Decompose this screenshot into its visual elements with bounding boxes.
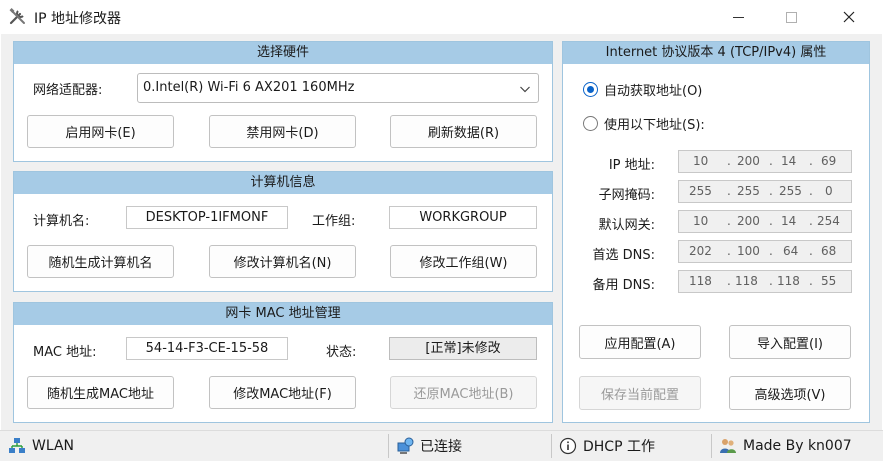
adapter-select[interactable]: 0.Intel(R) Wi-Fi 6 AX201 160MHz xyxy=(137,73,539,103)
advanced-options-button[interactable]: 高级选项(V) xyxy=(729,376,851,410)
ip-octet: 254 xyxy=(817,214,840,228)
computer-name-field[interactable]: DESKTOP-1IFMONF xyxy=(126,206,288,229)
title-bar[interactable]: IP 地址修改器 xyxy=(0,0,883,34)
ipv4-group: Internet 协议版本 4 (TCP/IPv4) 属性 自动获取地址(O) … xyxy=(562,41,870,423)
modify-mac-button[interactable]: 修改MAC地址(F) xyxy=(209,376,356,409)
ip-octet: 200 xyxy=(737,214,760,228)
ip-octet: 69 xyxy=(821,154,837,168)
manual-address-label: 使用以下地址(S): xyxy=(604,118,705,133)
radio-button-icon xyxy=(583,116,598,131)
info-icon xyxy=(559,437,577,455)
mac-address-label: MAC 地址: xyxy=(33,345,97,360)
maximize-button[interactable] xyxy=(768,0,814,34)
enable-adapter-button[interactable]: 启用网卡(E) xyxy=(27,115,174,148)
status-separator xyxy=(711,434,712,458)
close-button[interactable] xyxy=(826,0,872,34)
random-computer-name-button[interactable]: 随机生成计算机名 xyxy=(27,245,174,278)
mac-status-field: [正常]未修改 xyxy=(389,337,537,360)
import-config-button[interactable]: 导入配置(I) xyxy=(729,325,851,359)
random-mac-button[interactable]: 随机生成MAC地址 xyxy=(27,376,174,409)
modify-computer-name-button[interactable]: 修改计算机名(N) xyxy=(209,245,356,278)
ip-octet: 0 xyxy=(825,184,833,198)
minimize-icon xyxy=(732,16,744,18)
status-bar: WLAN 已连接 DHCP 工作 Made By kn007 xyxy=(0,430,883,461)
ipv4-header: Internet 协议版本 4 (TCP/IPv4) 属性 xyxy=(563,42,869,64)
tools-icon xyxy=(9,8,25,25)
refresh-data-button[interactable]: 刷新数据(R) xyxy=(390,115,537,148)
hardware-header: 选择硬件 xyxy=(14,42,552,64)
subnet-mask-label: 子网掩码: xyxy=(598,188,655,203)
subnet-mask-field[interactable]: 255. 255. 255. 0 xyxy=(678,180,852,203)
mac-address-field[interactable]: 54-14-F3-CE-15-58 xyxy=(126,337,288,360)
preferred-dns-field[interactable]: 202. 100. 64. 68 xyxy=(678,240,852,263)
adapter-label: 网络适配器: xyxy=(33,83,103,98)
status-adapter-text: WLAN xyxy=(32,438,75,454)
workgroup-field[interactable]: WORKGROUP xyxy=(389,206,537,229)
status-dhcp-text: DHCP 工作 xyxy=(583,439,655,455)
ip-octet: 100 xyxy=(737,244,760,258)
status-separator xyxy=(388,434,389,458)
ip-octet: 64 xyxy=(783,244,799,258)
hardware-group: 选择硬件 网络适配器: 0.Intel(R) Wi-Fi 6 AX201 160… xyxy=(13,41,553,162)
default-gateway-field[interactable]: 10. 200. 14. 254 xyxy=(678,210,852,233)
ip-octet: 202 xyxy=(689,244,712,258)
modify-workgroup-button[interactable]: 修改工作组(W) xyxy=(390,245,537,278)
connected-icon xyxy=(397,437,414,454)
save-config-button[interactable]: 保存当前配置 xyxy=(579,376,701,410)
default-gateway-label: 默认网关: xyxy=(598,218,655,233)
radio-button-icon xyxy=(583,82,598,97)
window-title: IP 地址修改器 xyxy=(34,11,122,27)
computer-info-header: 计算机信息 xyxy=(14,172,552,194)
ip-octet: 255 xyxy=(779,184,802,198)
status-adapter: WLAN xyxy=(8,431,74,461)
ip-octet: 118 xyxy=(689,274,712,288)
alternate-dns-field[interactable]: 118. 118. 118. 55 xyxy=(678,270,852,293)
status-dhcp: DHCP 工作 xyxy=(559,431,655,461)
network-icon xyxy=(9,438,25,453)
mac-header: 网卡 MAC 地址管理 xyxy=(14,303,552,325)
auto-address-radio[interactable]: 自动获取地址(O) xyxy=(583,80,702,99)
ip-octet: 10 xyxy=(693,154,709,168)
mac-group: 网卡 MAC 地址管理 MAC 地址: 54-14-F3-CE-15-58 状态… xyxy=(13,302,553,423)
restore-mac-button[interactable]: 还原MAC地址(B) xyxy=(390,376,537,409)
disable-adapter-button[interactable]: 禁用网卡(D) xyxy=(209,115,356,148)
ip-address-label: IP 地址: xyxy=(608,158,655,173)
status-separator xyxy=(551,434,552,458)
adapter-select-value: 0.Intel(R) Wi-Fi 6 AX201 160MHz xyxy=(143,80,355,95)
client-area: 选择硬件 网络适配器: 0.Intel(R) Wi-Fi 6 AX201 160… xyxy=(1,34,882,430)
ip-octet: 68 xyxy=(821,244,837,258)
ip-address-field[interactable]: 10. 200. 14. 69 xyxy=(678,150,852,173)
ip-octet: 14 xyxy=(781,154,797,168)
auto-address-label: 自动获取地址(O) xyxy=(604,84,703,99)
users-icon xyxy=(720,439,736,453)
ip-octet: 14 xyxy=(781,214,797,228)
minimize-button[interactable] xyxy=(715,0,761,34)
mac-status-label: 状态: xyxy=(326,345,357,360)
ip-octet: 255 xyxy=(737,184,760,198)
status-connection: 已连接 xyxy=(396,431,462,461)
ip-octet: 10 xyxy=(693,214,709,228)
computer-info-group: 计算机信息 计算机名: DESKTOP-1IFMONF 工作组: WORKGRO… xyxy=(13,171,553,292)
maximize-icon xyxy=(785,11,797,23)
preferred-dns-label: 首选 DNS: xyxy=(592,248,656,263)
ip-octet: 55 xyxy=(821,274,837,288)
ip-octet: 255 xyxy=(689,184,712,198)
status-connection-text: 已连接 xyxy=(420,439,462,455)
computer-name-label: 计算机名: xyxy=(33,214,90,229)
ip-octet: 118 xyxy=(735,274,758,288)
close-icon xyxy=(843,11,855,23)
ip-octet: 118 xyxy=(777,274,800,288)
alternate-dns-label: 备用 DNS: xyxy=(592,278,656,293)
status-author: Made By kn007 xyxy=(719,431,852,461)
workgroup-label: 工作组: xyxy=(312,214,356,229)
apply-config-button[interactable]: 应用配置(A) xyxy=(579,325,701,359)
chevron-down-icon xyxy=(520,86,530,93)
status-author-text: Made By kn007 xyxy=(743,438,852,454)
ip-octet: 200 xyxy=(737,154,760,168)
manual-address-radio[interactable]: 使用以下地址(S): xyxy=(583,114,705,133)
